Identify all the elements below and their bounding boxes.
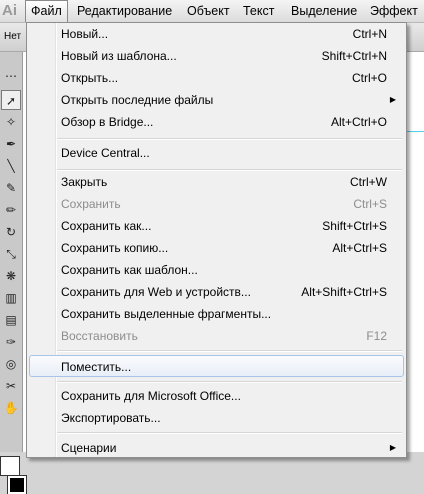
menu-item-label: Экспортировать... xyxy=(61,411,161,425)
file-menu-dropdown: Новый... Ctrl+N Новый из шаблона... Shif… xyxy=(26,22,407,458)
menu-item-shortcut: Alt+Shift+Ctrl+S xyxy=(301,285,387,299)
menu-item-export[interactable]: Экспортировать... xyxy=(29,407,404,429)
menu-item-label: Сохранить копию... xyxy=(61,241,169,255)
stroke-swatch[interactable] xyxy=(7,475,27,494)
menu-item-label: Закрыть xyxy=(61,175,108,189)
menu-item-label: Сценарии xyxy=(61,441,117,455)
menu-item-scripts[interactable]: Сценарии ▶ xyxy=(29,437,404,459)
menu-item-close[interactable]: Закрыть Ctrl+W xyxy=(29,171,404,193)
menu-edit[interactable]: Редактирование xyxy=(72,0,177,22)
toolbox: ⋯ ➚ ✧ ✒ ╲ ✎ ✏ ↻ ⤡ ❋ ▥ ▤ ✑ ◎ ✂ ✋ xyxy=(0,52,27,494)
app-logo: Ai xyxy=(2,2,17,19)
fill-swatch[interactable] xyxy=(0,456,20,476)
rotate-tool-icon[interactable]: ↻ xyxy=(1,222,21,242)
menu-item-save-for-web[interactable]: Сохранить для Web и устройств... Alt+Shi… xyxy=(29,281,404,303)
menu-file[interactable]: Файл xyxy=(25,0,68,22)
menu-item-open-recent[interactable]: Открыть последние файлы ▶ xyxy=(29,89,404,111)
gradient-tool-icon[interactable]: ▤ xyxy=(1,310,21,330)
menu-item-shortcut: Ctrl+W xyxy=(350,175,387,189)
symbol-sprayer-tool-icon[interactable]: ❋ xyxy=(1,266,21,286)
menu-item-shortcut: Shift+Ctrl+S xyxy=(322,219,387,233)
menu-item-save-as-template[interactable]: Сохранить как шаблон... xyxy=(29,259,404,281)
slice-tool-icon[interactable]: ✂ xyxy=(1,376,21,396)
menu-item-label: Новый из шаблона... xyxy=(61,49,177,63)
toolbox-grip-icon: ⋯ xyxy=(5,69,17,83)
menu-item-browse-bridge[interactable]: Обзор в Bridge... Alt+Ctrl+O xyxy=(29,111,404,133)
paintbrush-tool-icon[interactable]: ✎ xyxy=(1,178,21,198)
menu-separator xyxy=(57,432,402,434)
magic-wand-tool-icon[interactable]: ✧ xyxy=(1,112,21,132)
menu-separator xyxy=(57,381,402,383)
menu-item-new[interactable]: Новый... Ctrl+N xyxy=(29,23,404,45)
submenu-arrow-icon: ▶ xyxy=(389,443,396,452)
menu-item-shortcut: Ctrl+O xyxy=(351,71,387,85)
menu-select[interactable]: Выделение xyxy=(286,0,362,22)
selection-tool-icon[interactable]: ➚ xyxy=(1,90,21,110)
menu-separator xyxy=(57,138,402,140)
menu-item-shortcut: F12 xyxy=(366,329,387,343)
menu-item-label: Открыть... xyxy=(61,71,119,85)
graph-tool-icon[interactable]: ▥ xyxy=(1,288,21,308)
guide-line xyxy=(405,131,424,132)
menu-item-label: Сохранить выделенные фрагменты... xyxy=(61,307,272,321)
eyedropper-tool-icon[interactable]: ✑ xyxy=(1,332,21,352)
hand-tool-icon[interactable]: ✋ xyxy=(1,398,21,418)
menu-item-new-from-template[interactable]: Новый из шаблона... Shift+Ctrl+N xyxy=(29,45,404,67)
menu-item-open[interactable]: Открыть... Ctrl+O xyxy=(29,67,404,89)
menu-item-save-selected-slices[interactable]: Сохранить выделенные фрагменты... xyxy=(29,303,404,325)
menu-item-label: Сохранить для Microsoft Office... xyxy=(61,389,241,403)
menu-item-save-as[interactable]: Сохранить как... Shift+Ctrl+S xyxy=(29,215,404,237)
menu-item-save-copy[interactable]: Сохранить копию... Alt+Ctrl+S xyxy=(29,237,404,259)
blend-tool-icon[interactable]: ◎ xyxy=(1,354,21,374)
menu-item-label: Сохранить как шаблон... xyxy=(61,263,198,277)
pen-tool-icon[interactable]: ✒ xyxy=(1,134,21,154)
menu-object[interactable]: Объект xyxy=(182,0,235,22)
menu-separator xyxy=(57,350,402,352)
pencil-tool-icon[interactable]: ✏ xyxy=(1,200,21,220)
menu-item-label: Сохранить как... xyxy=(61,219,152,233)
menu-item-shortcut: Ctrl+N xyxy=(352,27,387,41)
menu-item-label: Поместить... xyxy=(61,360,132,374)
menu-item-label: Device Central... xyxy=(61,146,150,160)
menu-type[interactable]: Текст xyxy=(238,0,279,22)
menu-item-device-central[interactable]: Device Central... xyxy=(29,142,404,164)
menu-item-label: Открыть последние файлы xyxy=(61,93,214,107)
menu-item-save-for-office[interactable]: Сохранить для Microsoft Office... xyxy=(29,385,404,407)
line-tool-icon[interactable]: ╲ xyxy=(1,156,21,176)
menu-item-label: Сохранить xyxy=(61,197,121,211)
submenu-arrow-icon: ▶ xyxy=(389,95,396,104)
menu-effect[interactable]: Эффект xyxy=(365,0,423,22)
menu-item-save: Сохранить Ctrl+S xyxy=(29,193,404,215)
menu-item-shortcut: Alt+Ctrl+O xyxy=(330,115,387,129)
menu-item-shortcut: Shift+Ctrl+N xyxy=(321,49,387,63)
menu-bar: Ai Файл Редактирование Объект Текст Выде… xyxy=(0,0,424,23)
menu-item-shortcut: Ctrl+S xyxy=(353,197,387,211)
menu-item-label: Сохранить для Web и устройств... xyxy=(61,285,251,299)
menu-item-label: Новый... xyxy=(61,27,109,41)
control-bar-label: Нет xyxy=(4,31,22,42)
menu-item-shortcut: Alt+Ctrl+S xyxy=(332,241,387,255)
menu-item-label: Восстановить xyxy=(61,329,138,343)
menu-item-place[interactable]: Поместить... xyxy=(29,355,404,377)
scale-tool-icon[interactable]: ⤡ xyxy=(1,244,21,264)
menu-item-revert: Восстановить F12 xyxy=(29,325,404,347)
menu-item-label: Обзор в Bridge... xyxy=(61,115,154,129)
